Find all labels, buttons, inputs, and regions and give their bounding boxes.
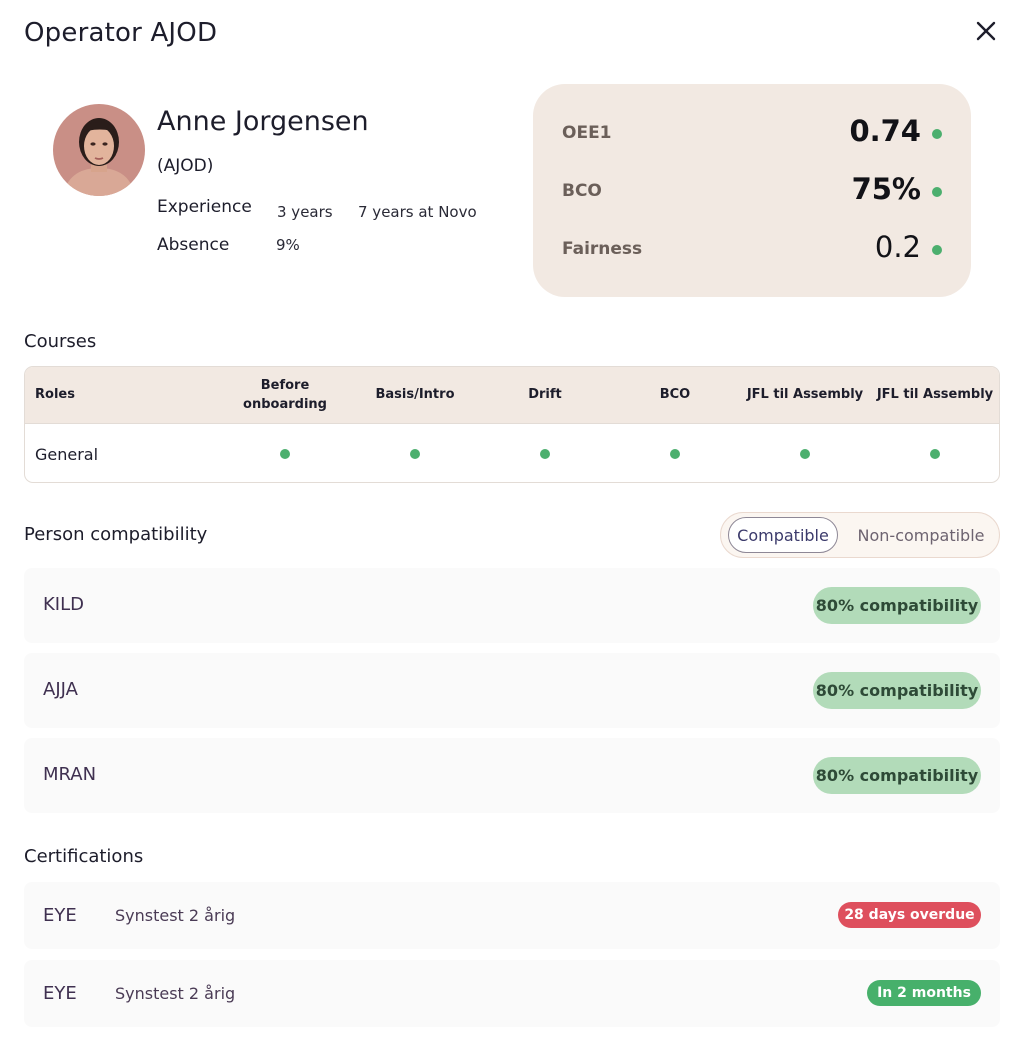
kpi-value: 0.74: [849, 114, 921, 148]
experience-value: 3 years: [277, 203, 333, 221]
column-header: BCO: [659, 387, 691, 403]
compatibility-badge: 80% compatibility: [813, 757, 981, 794]
column-header: Before onboarding: [243, 377, 327, 412]
certifications-title: Certifications: [24, 846, 144, 867]
person-code: KILD: [43, 594, 85, 615]
completed-dot: [930, 449, 940, 459]
close-icon: [976, 21, 996, 41]
list-item[interactable]: AJJA 80% compatibility: [24, 653, 1000, 728]
compatible-tab[interactable]: Compatible: [728, 517, 838, 553]
column-header: JFL til Assembly: [746, 387, 864, 403]
completed-dot: [410, 449, 420, 459]
column-header: Basis/Intro: [375, 387, 455, 403]
avatar: [53, 104, 145, 196]
certification-code: EYE: [43, 983, 77, 1004]
kpi-value: 75%: [851, 172, 921, 206]
column-header: JFL til Assembly: [876, 387, 994, 403]
kpi-row-fairness: Fairness 0.2: [533, 229, 971, 269]
completed-dot: [280, 449, 290, 459]
compatibility-toggle: Compatible Non-compatible: [720, 512, 1000, 558]
courses-header: Roles Before onboarding Basis/Intro Drif…: [25, 367, 999, 424]
column-header: Roles: [35, 387, 75, 403]
completed-dot: [670, 449, 680, 459]
status-badge: 28 days overdue: [838, 902, 981, 928]
list-item[interactable]: EYE Synstest 2 årig 28 days overdue: [24, 882, 1000, 949]
experience-label: Experience: [157, 197, 252, 217]
kpi-label: OEE1: [562, 123, 612, 143]
compatibility-badge: 80% compatibility: [813, 672, 981, 709]
close-button[interactable]: [970, 15, 1002, 47]
person-code: MRAN: [43, 764, 97, 785]
experience-company: 7 years at Novo: [358, 203, 477, 221]
kpi-row-bco: BCO 75%: [533, 171, 971, 211]
page-title: Operator AJOD: [24, 18, 218, 48]
non-compatible-tab[interactable]: Non-compatible: [847, 517, 995, 553]
certification-name: Synstest 2 årig: [115, 984, 236, 1003]
certification-code: EYE: [43, 905, 77, 926]
status-dot: [932, 187, 942, 197]
compatibility-title: Person compatibility: [24, 524, 208, 545]
certification-name: Synstest 2 årig: [115, 906, 236, 925]
kpi-label: BCO: [562, 181, 602, 201]
column-header: Drift: [528, 387, 562, 403]
status-dot: [932, 129, 942, 139]
compatibility-badge: 80% compatibility: [813, 587, 981, 624]
completed-dot: [540, 449, 550, 459]
kpi-panel: OEE1 0.74 BCO 75% Fairness 0.2: [533, 84, 971, 297]
absence-value: 9%: [276, 236, 300, 254]
person-code: AJJA: [43, 679, 78, 700]
completed-dot: [800, 449, 810, 459]
status-badge: In 2 months: [867, 980, 981, 1006]
operator-code: (AJOD): [157, 156, 214, 176]
courses-title: Courses: [24, 331, 97, 352]
kpi-label: Fairness: [562, 239, 643, 259]
list-item[interactable]: MRAN 80% compatibility: [24, 738, 1000, 813]
list-item[interactable]: EYE Synstest 2 årig In 2 months: [24, 960, 1000, 1027]
status-dot: [932, 245, 942, 255]
absence-label: Absence: [157, 235, 230, 255]
table-row-label: General: [35, 445, 99, 464]
kpi-value: 0.2: [874, 230, 921, 264]
operator-name: Anne Jorgensen: [157, 106, 369, 137]
courses-table: Roles Before onboarding Basis/Intro Drif…: [24, 366, 1000, 483]
list-item[interactable]: KILD 80% compatibility: [24, 568, 1000, 643]
kpi-row-oee1: OEE1 0.74: [533, 113, 971, 153]
